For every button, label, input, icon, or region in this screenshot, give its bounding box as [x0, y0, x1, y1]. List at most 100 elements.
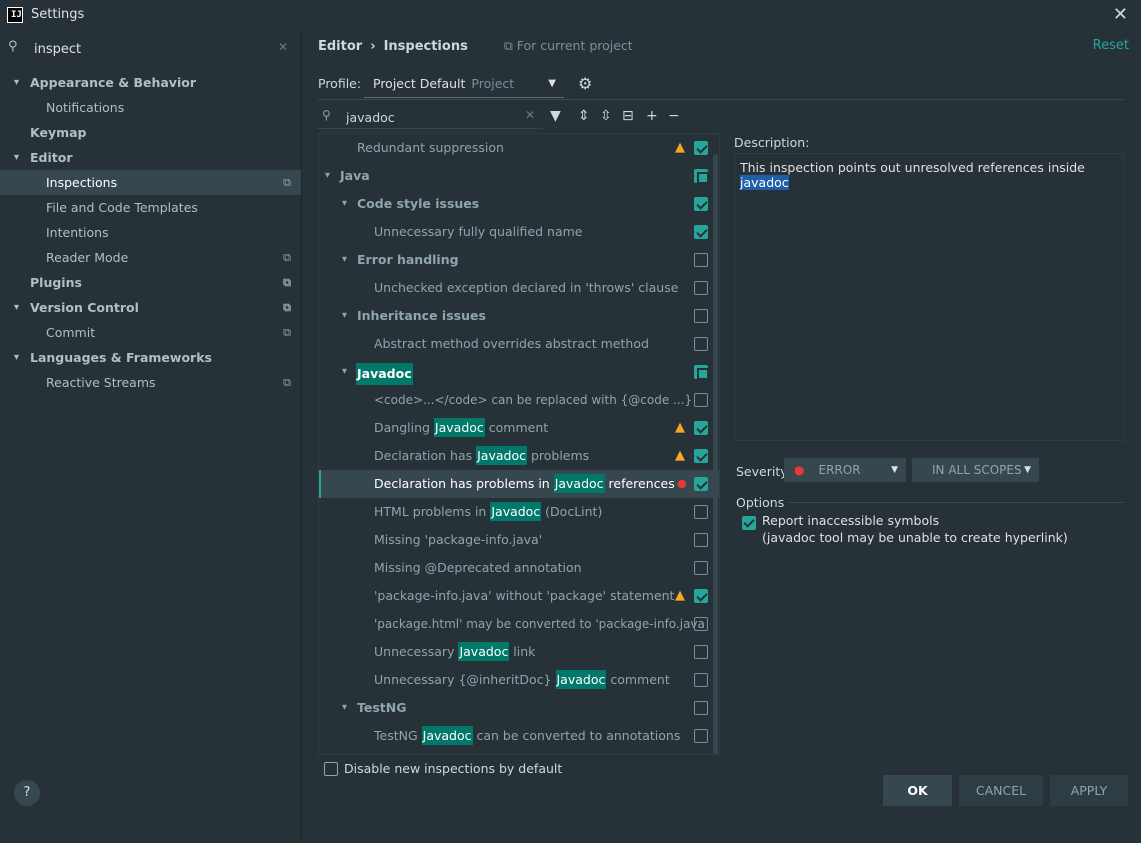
sidebar-item-version-control[interactable]: ▾ Version Control ⧉: [0, 295, 301, 320]
sidebar-item-reader-mode[interactable]: Reader Mode ⧉: [0, 245, 301, 270]
add-icon[interactable]: +: [646, 108, 658, 124]
tree-scrollbar[interactable]: [713, 154, 718, 754]
help-button[interactable]: ?: [14, 780, 40, 806]
tree-group-row[interactable]: ▾ TestNG: [319, 694, 719, 722]
tree-group-row[interactable]: ▾ Java: [319, 162, 719, 190]
inspection-checkbox[interactable]: [694, 337, 708, 351]
inspection-checkbox[interactable]: [694, 197, 708, 211]
remove-icon[interactable]: −: [668, 108, 680, 124]
sidebar-item-inspections[interactable]: Inspections ⧉: [0, 170, 301, 195]
sidebar-item-editor[interactable]: ▾ Editor: [0, 145, 301, 170]
tree-row[interactable]: Unnecessary Javadoc link: [319, 638, 719, 666]
description-label: Description:: [734, 135, 810, 150]
inspection-checkbox[interactable]: [694, 617, 708, 631]
inspection-checkbox[interactable]: [694, 505, 708, 519]
sidebar-item-reactive-streams[interactable]: Reactive Streams ⧉: [0, 370, 301, 395]
inspection-checkbox[interactable]: [694, 449, 708, 463]
tree-row[interactable]: Unnecessary fully qualified name: [319, 218, 719, 246]
reset-to-default-icon[interactable]: ⊟: [622, 108, 634, 124]
chevron-down-icon[interactable]: ▾: [14, 345, 19, 370]
inspection-checkbox[interactable]: [694, 477, 708, 491]
inspection-checkbox[interactable]: [694, 393, 708, 407]
profile-label: Profile:: [318, 76, 362, 91]
breadcrumb-editor[interactable]: Editor: [318, 39, 362, 54]
inspection-checkbox[interactable]: [694, 561, 708, 575]
tree-group-row[interactable]: ▾ Error handling: [319, 246, 719, 274]
sidebar-item-plugins[interactable]: Plugins ⧉: [0, 270, 301, 295]
report-inaccessible-checkbox[interactable]: [742, 516, 756, 530]
tree-row[interactable]: TestNG Javadoc can be converted to annot…: [319, 722, 719, 750]
inspection-checkbox[interactable]: [694, 645, 708, 659]
tree-row[interactable]: <code>...</code> can be replaced with {@…: [319, 386, 719, 414]
inspection-checkbox[interactable]: [694, 729, 708, 743]
inspection-checkbox[interactable]: [694, 253, 708, 267]
sidebar-item-appearance-behavior[interactable]: ▾ Appearance & Behavior: [0, 70, 301, 95]
dropdown-arrow-icon: ▼: [891, 465, 898, 475]
tree-row[interactable]: Dangling Javadoc comment ▲: [319, 414, 719, 442]
inspection-checkbox[interactable]: [694, 309, 708, 323]
tree-row[interactable]: 'package.html' may be converted to 'pack…: [319, 610, 719, 638]
profile-dropdown[interactable]: Project Default Project ▼: [364, 74, 564, 98]
clear-filter-icon[interactable]: ✕: [525, 108, 535, 122]
cancel-button[interactable]: CANCEL: [959, 775, 1043, 806]
chevron-down-icon[interactable]: ▾: [342, 358, 347, 386]
warning-icon: ▲: [675, 420, 685, 435]
ok-button[interactable]: OK: [883, 775, 952, 806]
tree-group-row[interactable]: ▾ Javadoc: [319, 358, 719, 386]
sidebar-item-languages-frameworks[interactable]: ▾ Languages & Frameworks: [0, 345, 301, 370]
inspection-checkbox[interactable]: [694, 421, 708, 435]
chevron-down-icon[interactable]: ▾: [342, 302, 347, 330]
tree-row-selected[interactable]: Declaration has problems in Javadoc refe…: [319, 470, 719, 498]
inspection-checkbox[interactable]: [694, 225, 708, 239]
severity-dropdown[interactable]: ● ERROR ▼: [784, 458, 906, 482]
chevron-down-icon[interactable]: ▾: [342, 246, 347, 274]
project-scope-icon: ⧉: [503, 38, 513, 53]
inspection-filter-input[interactable]: [346, 107, 516, 127]
chevron-down-icon[interactable]: ▾: [14, 70, 19, 95]
tree-row[interactable]: Redundant suppression ▲: [319, 134, 719, 162]
gear-icon[interactable]: ⚙: [578, 74, 592, 93]
breadcrumb: Editor › Inspections ⧉ For current project: [318, 38, 633, 54]
tree-row[interactable]: Unnecessary {@inheritDoc} Javadoc commen…: [319, 666, 719, 694]
reset-link[interactable]: Reset: [1093, 38, 1129, 53]
collapse-all-icon[interactable]: ⇳: [600, 108, 612, 124]
chevron-down-icon[interactable]: ▾: [342, 190, 347, 218]
inspection-checkbox[interactable]: [694, 701, 708, 715]
sidebar-item-commit[interactable]: Commit ⧉: [0, 320, 301, 345]
tree-row[interactable]: 'package-info.java' without 'package' st…: [319, 582, 719, 610]
tree-group-row[interactable]: ▾ Inheritance issues: [319, 302, 719, 330]
disable-new-checkbox[interactable]: [324, 762, 338, 776]
sidebar-item-intentions[interactable]: Intentions: [0, 220, 301, 245]
inspection-checkbox[interactable]: [694, 141, 708, 155]
inspections-tree: Redundant suppression ▲ ▾ Java ▾ Code style…: [318, 133, 720, 755]
sidebar-item-file-code-templates[interactable]: File and Code Templates: [0, 195, 301, 220]
chevron-down-icon[interactable]: ▾: [14, 145, 19, 170]
close-icon[interactable]: ✕: [1113, 4, 1128, 25]
scope-dropdown[interactable]: IN ALL SCOPES ▼: [912, 458, 1039, 482]
filter-icon[interactable]: ▼: [550, 108, 561, 124]
clear-search-icon[interactable]: ✕: [278, 40, 288, 54]
inspection-checkbox[interactable]: [694, 281, 708, 295]
tree-row[interactable]: HTML problems in Javadoc (DocLint): [319, 498, 719, 526]
chevron-down-icon[interactable]: ▾: [325, 162, 330, 190]
apply-button[interactable]: APPLY: [1050, 775, 1128, 806]
tree-row[interactable]: Declaration has Javadoc problems ▲: [319, 442, 719, 470]
project-scope-icon: ⧉: [283, 301, 291, 314]
tree-row[interactable]: Missing 'package-info.java': [319, 526, 719, 554]
settings-search-input[interactable]: [34, 38, 274, 60]
chevron-down-icon[interactable]: ▾: [342, 694, 347, 722]
sidebar-item-notifications[interactable]: Notifications: [0, 95, 301, 120]
tree-row[interactable]: Unchecked exception declared in 'throws'…: [319, 274, 719, 302]
error-icon: ●: [677, 477, 687, 490]
inspection-checkbox[interactable]: [694, 533, 708, 547]
tree-group-row[interactable]: ▾ Code style issues: [319, 190, 719, 218]
inspection-checkbox[interactable]: [694, 589, 708, 603]
expand-all-icon[interactable]: ⇕: [578, 108, 590, 124]
inspection-checkbox[interactable]: [694, 365, 709, 380]
tree-row[interactable]: Missing @Deprecated annotation: [319, 554, 719, 582]
inspection-checkbox[interactable]: [694, 673, 708, 687]
sidebar-item-keymap[interactable]: Keymap: [0, 120, 301, 145]
inspection-checkbox[interactable]: [694, 169, 709, 184]
chevron-down-icon[interactable]: ▾: [14, 295, 19, 320]
tree-row[interactable]: Abstract method overrides abstract metho…: [319, 330, 719, 358]
